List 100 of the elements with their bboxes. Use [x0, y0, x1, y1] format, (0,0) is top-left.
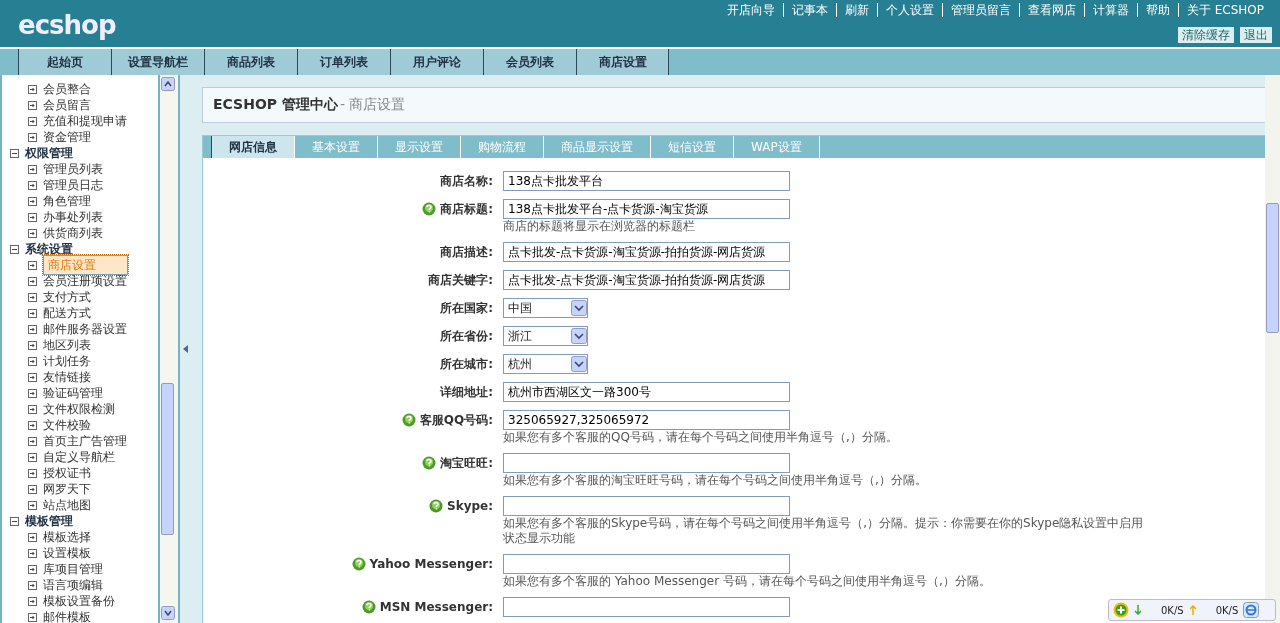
collapse-icon[interactable] [10, 516, 19, 526]
item-icon[interactable] [28, 612, 37, 622]
item-icon[interactable] [28, 164, 37, 174]
sidebar-item[interactable]: 友情链接 [43, 368, 91, 386]
help-icon[interactable] [429, 499, 443, 513]
sidebar-item[interactable]: 邮件服务器设置 [43, 320, 127, 338]
collapse-arrow-icon[interactable] [183, 345, 189, 353]
item-icon[interactable] [28, 212, 37, 222]
item-icon[interactable] [28, 180, 37, 190]
item-icon[interactable] [28, 484, 37, 494]
item-icon[interactable] [28, 404, 37, 414]
input-field[interactable]: 杭州市西湖区文一路300号 [503, 382, 790, 402]
sidebar-item[interactable]: 会员注册项设置 [43, 272, 127, 290]
select-field[interactable]: 杭州 [503, 354, 588, 374]
item-icon[interactable] [28, 596, 37, 606]
input-field[interactable]: 325065927,325065972 [503, 410, 790, 430]
sidebar-item[interactable]: 模板设置备份 [43, 592, 115, 610]
sidebar-item[interactable]: 资金管理 [43, 128, 91, 146]
sidebar-item[interactable]: 验证码管理 [43, 384, 103, 402]
nav-tab[interactable]: 设置导航栏 [111, 49, 204, 75]
item-icon[interactable] [28, 276, 37, 286]
input-field[interactable]: 138点卡批发平台 [503, 171, 790, 191]
sidebar-item[interactable]: 文件权限检测 [43, 400, 115, 418]
sidebar-item[interactable]: 配送方式 [43, 304, 91, 322]
sidebar-group[interactable]: 权限管理 [25, 144, 73, 162]
sidebar-item[interactable]: 管理员列表 [43, 160, 103, 178]
collapse-icon[interactable] [10, 148, 19, 158]
nav-tab[interactable]: 订单列表 [297, 49, 390, 75]
plus-icon[interactable] [1113, 602, 1129, 618]
item-icon[interactable] [28, 532, 37, 542]
sidebar-item[interactable]: 站点地图 [43, 496, 91, 514]
item-icon[interactable] [28, 84, 37, 94]
dropdown-icon[interactable] [571, 328, 587, 344]
item-icon[interactable] [28, 228, 37, 238]
item-icon[interactable] [28, 580, 37, 590]
help-icon[interactable] [361, 600, 376, 614]
header-button[interactable]: 清除缓存 [1178, 27, 1234, 43]
sidebar-item[interactable]: 库项目管理 [43, 560, 103, 578]
sidebar-item[interactable]: 计划任务 [43, 352, 91, 370]
nav-tab[interactable]: 会员列表 [483, 49, 576, 75]
item-icon[interactable] [28, 196, 37, 206]
item-icon[interactable] [28, 436, 37, 446]
top-link[interactable]: 开店向导 [718, 3, 783, 17]
sidebar-item[interactable]: 自定义导航栏 [43, 448, 115, 466]
item-icon[interactable] [28, 372, 37, 382]
input-field[interactable] [503, 597, 790, 617]
item-icon[interactable] [28, 292, 37, 302]
item-icon[interactable] [28, 132, 37, 142]
sidebar-item[interactable]: 邮件模板 [43, 608, 91, 623]
input-field[interactable] [503, 496, 790, 516]
collapse-icon[interactable] [10, 244, 19, 254]
sidebar-item[interactable]: 供货商列表 [43, 224, 103, 242]
dropdown-icon[interactable] [571, 356, 587, 372]
help-icon[interactable] [422, 456, 437, 470]
scroll-down-icon[interactable] [161, 606, 175, 620]
help-icon[interactable] [422, 202, 437, 216]
scrollbar[interactable] [158, 75, 180, 623]
nav-tab[interactable]: 起始页 [18, 49, 111, 75]
input-field[interactable] [503, 453, 790, 473]
sidebar-item[interactable]: 网罗天下 [43, 480, 91, 498]
scroll-thumb[interactable] [161, 383, 174, 535]
select-field[interactable]: 浙江 [503, 326, 588, 346]
browser-icon[interactable] [1243, 602, 1260, 618]
sidebar-group[interactable]: 模板管理 [25, 512, 73, 530]
scroll-up-icon[interactable] [161, 77, 175, 91]
item-icon[interactable] [28, 548, 37, 558]
input-field[interactable]: 点卡批发-点卡货源-淘宝货源-拍拍货源-网店货源 [503, 270, 790, 290]
sidebar-item[interactable]: 支付方式 [43, 288, 91, 306]
item-icon[interactable] [28, 308, 37, 318]
nav-tab[interactable]: 商品列表 [204, 49, 297, 75]
top-link[interactable]: 查看网店 [1018, 3, 1084, 17]
sidebar-item[interactable]: 办事处列表 [43, 208, 103, 226]
top-link[interactable]: 帮助 [1136, 3, 1178, 17]
item-icon[interactable] [28, 100, 37, 110]
item-icon[interactable] [28, 468, 37, 478]
top-link[interactable]: 个人设置 [876, 3, 942, 17]
scrollbar[interactable] [1265, 75, 1280, 623]
dropdown-icon[interactable] [571, 300, 587, 316]
sidebar-group[interactable]: 系统设置 [25, 240, 73, 258]
tab[interactable]: 网店信息 [211, 136, 295, 158]
help-icon[interactable] [401, 413, 416, 427]
input-field[interactable]: 点卡批发-点卡货源-淘宝货源-拍拍货源-网店货源 [503, 242, 790, 262]
nav-tab[interactable]: 商店设置 [576, 49, 669, 75]
sidebar-item[interactable]: 充值和提现申请 [43, 112, 127, 130]
nav-tab[interactable]: 用户评论 [390, 49, 483, 75]
item-icon[interactable] [28, 564, 37, 574]
item-icon[interactable] [28, 500, 37, 510]
item-icon[interactable] [28, 452, 37, 462]
help-icon[interactable] [351, 557, 366, 571]
sidebar-item[interactable]: 授权证书 [43, 464, 91, 482]
sidebar-item[interactable]: 会员整合 [43, 80, 91, 98]
sidebar-item[interactable]: 模板选择 [43, 528, 91, 546]
sidebar-item[interactable]: 首页主广告管理 [43, 432, 127, 450]
top-link[interactable]: 刷新 [835, 3, 877, 17]
sidebar-item[interactable]: 文件校验 [43, 416, 91, 434]
item-icon[interactable] [28, 324, 37, 334]
item-icon[interactable] [28, 116, 37, 126]
item-icon[interactable] [28, 260, 37, 270]
top-link[interactable]: 计算器 [1083, 3, 1137, 17]
scroll-thumb[interactable] [1266, 203, 1279, 333]
